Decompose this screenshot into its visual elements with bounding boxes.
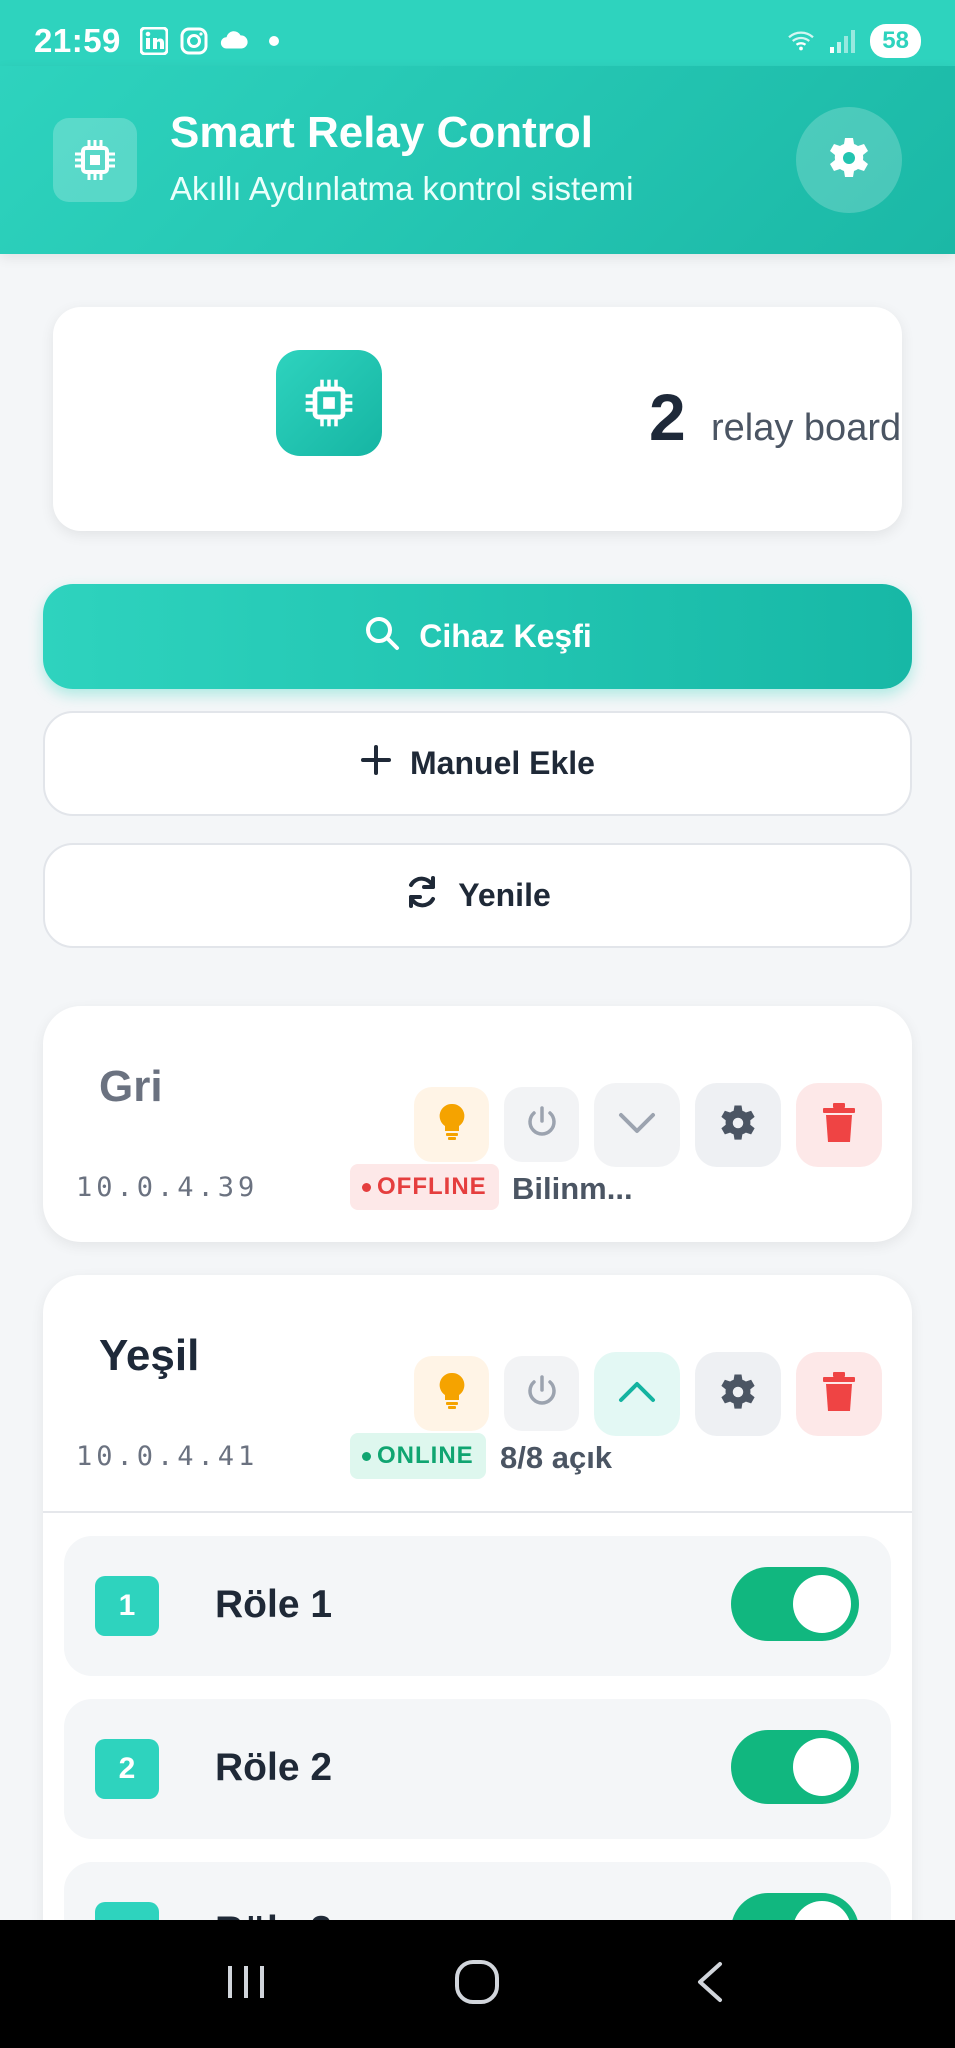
instagram-icon — [179, 26, 209, 56]
toggle-knob — [793, 1738, 851, 1796]
back-icon — [694, 1960, 724, 2009]
device-name: Yeşil — [99, 1331, 200, 1380]
app-title: Smart Relay Control — [170, 108, 593, 157]
linkedin-icon — [139, 26, 169, 56]
chevron-up-icon — [617, 1380, 657, 1409]
trash-icon — [821, 1371, 857, 1418]
light-button[interactable] — [414, 1087, 489, 1162]
relay-label: Röle 2 — [215, 1746, 333, 1789]
dot-icon — [259, 26, 289, 56]
discover-label: Cihaz Keşfi — [419, 618, 592, 654]
chevron-down-icon — [617, 1111, 657, 1140]
device-ip: 10.0.4.39 — [76, 1172, 259, 1203]
add-manual-button[interactable]: Manuel Ekle — [43, 711, 912, 816]
relay-label: Röle 1 — [215, 1583, 333, 1626]
status-dot — [362, 1182, 371, 1192]
relay-row: 2 Röle 2 — [64, 1699, 891, 1839]
gear-icon — [717, 1371, 759, 1418]
status-badge: ONLINE — [350, 1433, 486, 1479]
app-header: Smart Relay Control Akıllı Aydınlatma ko… — [0, 66, 955, 254]
power-button[interactable] — [504, 1356, 579, 1431]
wifi-icon — [786, 26, 816, 56]
status-badge-label: ONLINE — [377, 1442, 474, 1469]
refresh-label: Yenile — [458, 877, 551, 913]
delete-button[interactable] — [796, 1352, 882, 1436]
chip-icon — [53, 118, 137, 202]
plus-icon — [360, 744, 392, 784]
home-button[interactable] — [437, 1944, 517, 2024]
relay-toggle[interactable] — [731, 1567, 859, 1641]
discover-button[interactable]: Cihaz Keşfi — [43, 584, 912, 689]
status-dot — [362, 1451, 371, 1461]
add-manual-label: Manuel Ekle — [410, 745, 595, 781]
home-icon — [454, 1959, 500, 2010]
app-subtitle: Akıllı Aydınlatma kontrol sistemi — [170, 170, 634, 207]
device-ip: 10.0.4.41 — [76, 1441, 259, 1472]
relay-state-summary: 8/8 açık — [500, 1440, 613, 1475]
device-card[interactable]: Gri 10.0.4.39 OFFLINE Bilinm... — [43, 1006, 912, 1242]
device-settings-button[interactable] — [695, 1352, 781, 1436]
signal-icon — [828, 26, 858, 56]
battery-level: 58 — [870, 24, 921, 58]
recent-apps-button[interactable] — [206, 1944, 286, 2024]
relay-row: 1 Röle 1 — [64, 1536, 891, 1676]
notification-icons — [139, 26, 289, 56]
collapse-button[interactable] — [594, 1352, 680, 1436]
system-nav-bar — [0, 1920, 955, 2048]
system-icons: 58 — [786, 24, 921, 58]
relay-toggle[interactable] — [731, 1730, 859, 1804]
recents-icon — [224, 1962, 268, 2007]
refresh-icon — [404, 874, 440, 918]
divider — [43, 1511, 912, 1513]
light-button[interactable] — [414, 1356, 489, 1431]
status-badge-label: OFFLINE — [377, 1173, 487, 1200]
bulb-icon — [436, 1371, 468, 1416]
settings-button[interactable] — [796, 107, 902, 213]
gear-icon — [717, 1102, 759, 1149]
device-name: Gri — [99, 1062, 163, 1111]
device-settings-button[interactable] — [695, 1083, 781, 1167]
cloud-icon — [219, 26, 249, 56]
chip-icon — [276, 350, 382, 456]
power-icon — [524, 1373, 560, 1414]
power-button[interactable] — [504, 1087, 579, 1162]
gear-icon — [825, 134, 873, 187]
relay-number: 2 — [95, 1739, 159, 1799]
search-icon — [363, 614, 401, 660]
power-icon — [524, 1104, 560, 1145]
status-badge: OFFLINE — [350, 1164, 499, 1210]
toggle-knob — [793, 1575, 851, 1633]
back-button[interactable] — [669, 1944, 749, 2024]
board-count: 2 — [649, 380, 686, 454]
relay-state-summary: Bilinm... — [512, 1171, 633, 1206]
summary-card: 2 relay board — [53, 307, 902, 531]
trash-icon — [821, 1102, 857, 1149]
board-count-label: relay board — [711, 407, 902, 449]
relay-number: 1 — [95, 1576, 159, 1636]
bulb-icon — [436, 1102, 468, 1147]
status-time: 21:59 — [34, 22, 121, 59]
delete-button[interactable] — [796, 1083, 882, 1167]
refresh-button[interactable]: Yenile — [43, 843, 912, 948]
expand-button[interactable] — [594, 1083, 680, 1167]
